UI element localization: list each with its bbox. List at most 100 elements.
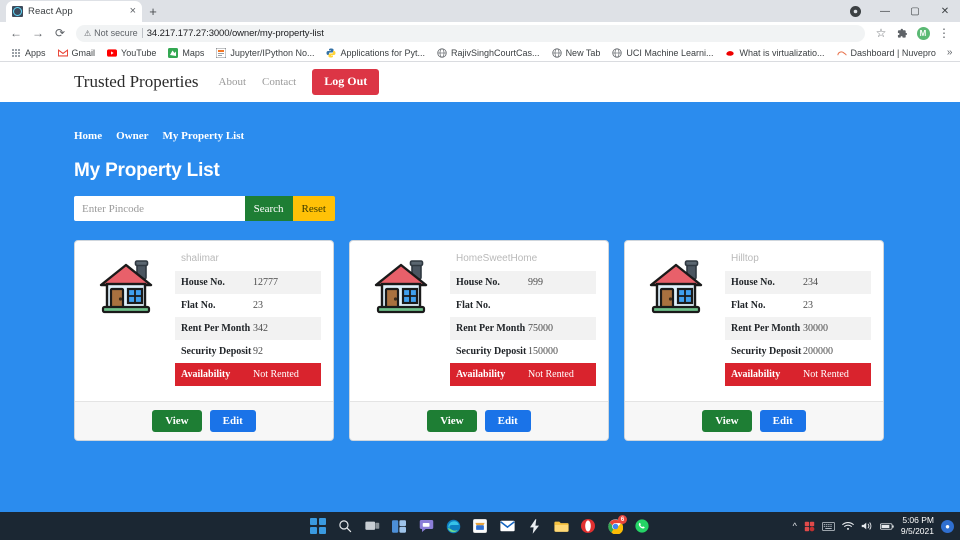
profile-dot-icon[interactable] [840, 0, 870, 22]
bookmark-label: UCI Machine Learni... [626, 47, 714, 58]
browser-menu-icon[interactable]: ⋮ [934, 23, 954, 43]
logout-button[interactable]: Log Out [312, 69, 380, 95]
volume-icon[interactable] [861, 521, 873, 531]
bookmark-uci-machine-learning[interactable]: UCI Machine Learni... [606, 45, 719, 61]
battery-icon[interactable] [879, 522, 894, 531]
search-button[interactable]: Search [244, 196, 293, 221]
search-icon[interactable] [336, 517, 354, 535]
breadcrumb: Home Owner My Property List [74, 102, 886, 142]
opera-icon[interactable] [579, 517, 597, 535]
system-tray: ^ 5:06 PM 9/5/2021 ● [793, 515, 954, 536]
table-row: Flat No. 23 [175, 294, 321, 317]
bookmark-youtube[interactable]: YouTube [101, 45, 162, 61]
site-navbar: Trusted Properties About Contact Log Out [0, 62, 960, 102]
bookmark-jupyter[interactable]: Jupyter/IPython No... [210, 45, 320, 61]
bookmark-rajivsinghcourtcases[interactable]: RajivSinghCourtCas... [431, 45, 546, 61]
tab-title: React App [28, 6, 73, 17]
field-label: Flat No. [181, 300, 216, 311]
lightning-icon[interactable] [525, 517, 543, 535]
close-window-button[interactable]: ✕ [930, 0, 960, 22]
field-label: Flat No. [731, 300, 766, 311]
start-icon[interactable] [309, 517, 327, 535]
bookmark-label: Gmail [71, 47, 96, 58]
mail-icon[interactable] [498, 517, 516, 535]
wifi-icon[interactable] [842, 521, 854, 531]
view-button[interactable]: View [427, 410, 477, 432]
table-row: Security Deposit 150000 [450, 340, 596, 363]
edit-button[interactable]: Edit [209, 410, 256, 432]
extensions-icon[interactable] [892, 23, 912, 43]
teams-icon[interactable] [417, 517, 435, 535]
whatsapp-icon[interactable] [633, 517, 651, 535]
bookmark-what-is-virtualization[interactable]: What is virtualizatio... [719, 45, 830, 61]
maximize-button[interactable]: ▢ [900, 0, 930, 22]
back-icon[interactable]: ← [6, 23, 26, 43]
store-icon[interactable] [471, 517, 489, 535]
bookmark-star-icon[interactable]: ☆ [871, 23, 891, 43]
edit-button[interactable]: Edit [759, 410, 806, 432]
redhat-icon [725, 48, 735, 58]
status-badge: Availability Not Rented [450, 363, 596, 386]
breadcrumb-home[interactable]: Home [74, 130, 102, 142]
edge-icon[interactable] [444, 517, 462, 535]
bookmark-apps[interactable]: Apps [5, 45, 52, 61]
task-view-icon[interactable] [363, 517, 381, 535]
forward-icon[interactable]: → [28, 23, 48, 43]
property-name: Hilltop [731, 253, 759, 264]
widgets-icon[interactable] [390, 517, 408, 535]
edit-button[interactable]: Edit [484, 410, 531, 432]
view-button[interactable]: View [702, 410, 752, 432]
bookmarks-overflow-button[interactable]: » [942, 47, 958, 58]
table-row: House No. 234 [725, 271, 871, 294]
maps-icon [168, 47, 179, 58]
field-label: House No. [181, 277, 225, 288]
keyboard-icon[interactable] [821, 521, 835, 531]
field-value: 150000 [528, 346, 558, 357]
reload-icon[interactable]: ⟳ [50, 23, 70, 43]
clock-date: 9/5/2021 [900, 526, 934, 536]
minimize-button[interactable]: — [870, 0, 900, 22]
nav-link-contact[interactable]: Contact [262, 76, 296, 88]
breadcrumb-owner[interactable]: Owner [116, 130, 148, 142]
python-icon [326, 48, 336, 58]
taskbar-clock[interactable]: 5:06 PM 9/5/2021 [901, 515, 934, 536]
reset-button[interactable]: Reset [292, 196, 335, 221]
field-label: Availability [456, 369, 506, 380]
field-label: House No. [731, 277, 775, 288]
bookmark-python-apps[interactable]: Applications for Pyt... [320, 45, 431, 61]
profile-avatar[interactable]: M [913, 23, 933, 43]
notification-badge: 6 [618, 515, 627, 524]
bookmark-label: Applications for Pyt... [340, 47, 426, 58]
search-input[interactable] [74, 196, 245, 221]
globe-icon [437, 47, 447, 58]
field-value: Not Rented [253, 369, 299, 380]
bookmark-maps[interactable]: Maps [162, 45, 210, 61]
card-body: shalimar House No. 12777 Flat No. 23 Ren… [75, 241, 333, 401]
view-button[interactable]: View [152, 410, 202, 432]
table-tail [175, 386, 321, 395]
address-bar[interactable]: ⚠ Not secure 34.217.177.27:3000/owner/my… [76, 24, 865, 42]
nav-link-about[interactable]: About [219, 76, 247, 88]
bookmark-dashboard-nuvepro[interactable]: Dashboard | Nuvepro [831, 45, 942, 61]
bookmark-label: Apps [25, 47, 46, 58]
security-status[interactable]: ⚠ Not secure [84, 28, 138, 38]
file-explorer-icon[interactable] [552, 517, 570, 535]
tray-overflow-icon[interactable]: ^ [793, 521, 797, 531]
notification-icon[interactable]: ● [941, 519, 954, 533]
bookmark-new-tab[interactable]: New Tab [546, 45, 607, 61]
table-row: Flat No. 23 [725, 294, 871, 317]
table-row: Security Deposit 92 [175, 340, 321, 363]
table-row: Security Deposit 200000 [725, 340, 871, 363]
field-value: 200000 [803, 346, 833, 357]
property-details-table: Hilltop House No. 234 Flat No. 23 Rent P… [725, 251, 871, 395]
antivirus-icon[interactable] [804, 521, 815, 532]
browser-tab[interactable]: React App × [6, 1, 142, 22]
house-icon [87, 251, 167, 395]
breadcrumb-my-property-list[interactable]: My Property List [163, 130, 245, 142]
bookmark-gmail[interactable]: Gmail [52, 45, 102, 61]
chrome-icon[interactable]: 6 [606, 515, 627, 535]
new-tab-button[interactable]: + [142, 1, 164, 22]
close-tab-icon[interactable]: × [130, 6, 136, 17]
field-value: 23 [803, 300, 813, 311]
site-brand[interactable]: Trusted Properties [74, 72, 199, 92]
